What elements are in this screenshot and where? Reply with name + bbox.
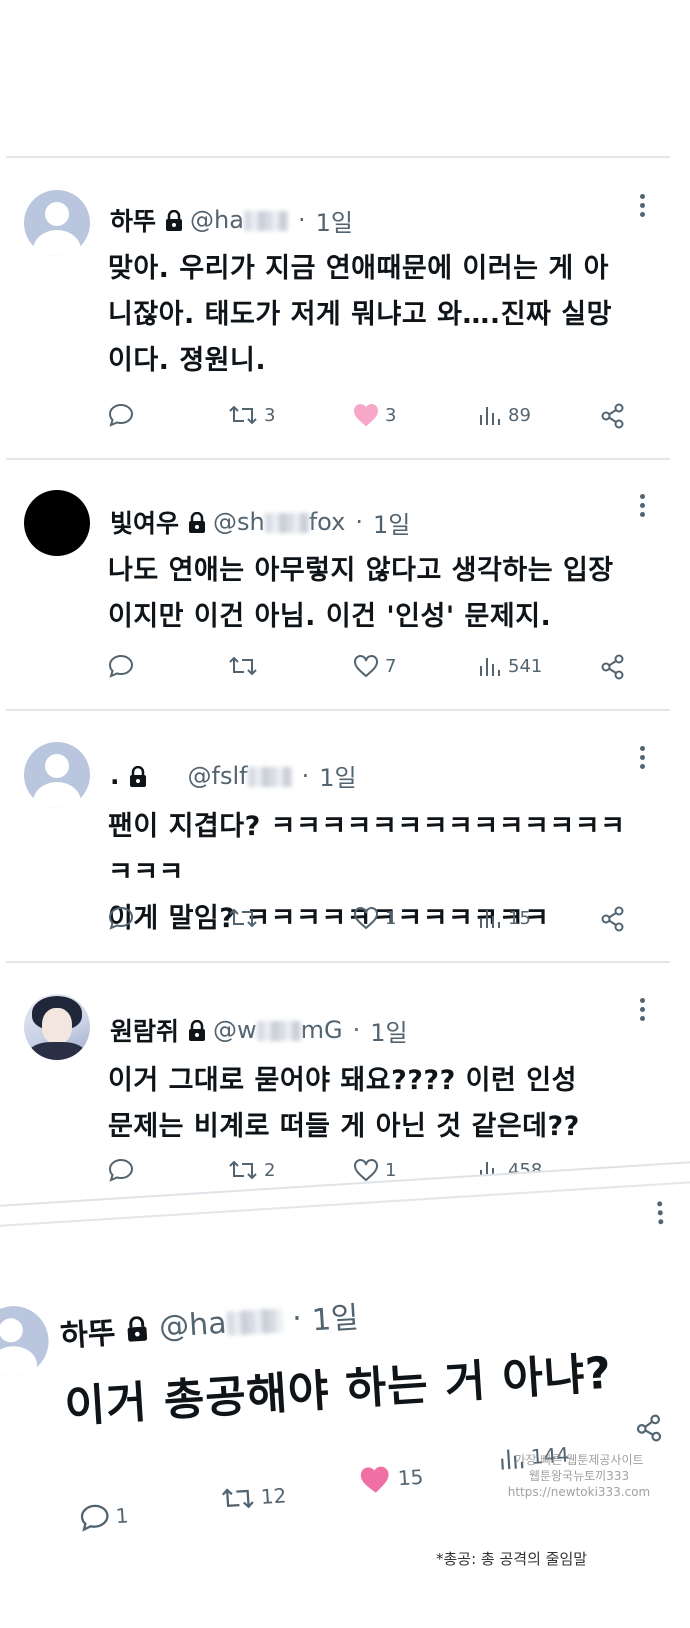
share-icon — [601, 654, 624, 680]
handle-blur — [264, 513, 309, 533]
retweet-button[interactable]: 3 — [228, 403, 275, 427]
display-name[interactable]: 원람쥐 — [110, 1012, 179, 1048]
views-icon — [480, 658, 500, 676]
display-name[interactable]: 하뚜 — [59, 1308, 117, 1355]
avatar[interactable] — [24, 190, 90, 256]
handle[interactable]: @fslf — [188, 762, 292, 790]
retweet-icon — [229, 656, 257, 676]
heart-icon — [354, 655, 378, 678]
more-options-icon[interactable] — [657, 1201, 665, 1227]
handle-blur — [243, 211, 288, 231]
retweet-icon — [229, 908, 257, 928]
display-name[interactable]: . — [110, 761, 120, 790]
tweet-divider — [6, 709, 670, 711]
reply-button[interactable]: 1 — [79, 1501, 129, 1532]
views-button[interactable]: 541 — [478, 654, 542, 678]
handle[interactable]: @ha — [190, 206, 288, 234]
reply-button[interactable] — [108, 403, 140, 427]
like-button[interactable]: 3 — [353, 403, 396, 427]
tweet-divider — [6, 156, 670, 158]
handle-blur — [225, 1308, 284, 1336]
share-button[interactable] — [600, 403, 626, 429]
heart-icon — [354, 907, 378, 930]
reply-icon — [108, 403, 134, 427]
views-button[interactable]: 15 — [478, 906, 531, 930]
like-button[interactable]: 7 — [353, 654, 396, 678]
like-button[interactable]: 15 — [359, 1463, 424, 1495]
retweet-icon — [222, 1488, 254, 1509]
timestamp[interactable]: 1일 — [370, 1013, 407, 1048]
share-icon — [636, 1414, 662, 1442]
timestamp[interactable]: 1일 — [319, 758, 356, 793]
display-name[interactable]: 빛여우 — [110, 504, 179, 540]
handle-blur — [256, 1021, 301, 1041]
display-name[interactable]: 하뚜 — [110, 202, 156, 238]
like-button[interactable]: 1 — [353, 1158, 396, 1182]
retweet-button[interactable]: 2 — [228, 1158, 275, 1182]
timestamp[interactable]: 1일 — [373, 505, 410, 540]
share-button[interactable] — [634, 1414, 664, 1444]
tweet-divider — [6, 458, 670, 460]
reply-icon — [108, 1158, 134, 1182]
share-icon — [601, 906, 624, 932]
watermark: 가장 빠른 웹툰제공사이트 웹툰왕국뉴토끼333 https://newtoki33… — [507, 1453, 651, 1499]
more-options-icon[interactable] — [640, 998, 646, 1024]
tweet-text: 나도 연애는 아무렇지 않다고 생각하는 입장 이지만 이건 아님. 이건 '인성… — [108, 555, 614, 632]
heart-icon — [354, 1159, 378, 1182]
more-options-icon[interactable] — [640, 494, 646, 520]
reply-icon — [80, 1504, 109, 1532]
handle-blur — [247, 766, 292, 787]
retweet-button[interactable] — [228, 906, 264, 930]
views-icon — [480, 910, 500, 928]
handle[interactable]: @w mG — [213, 1016, 343, 1044]
tweet-divider — [6, 961, 670, 963]
handle[interactable]: @ha — [158, 1302, 284, 1344]
avatar[interactable] — [24, 742, 90, 808]
timestamp[interactable]: 1일 — [316, 203, 353, 238]
lock-icon — [129, 765, 146, 787]
heart-icon — [354, 404, 378, 427]
tweet-text: 이거 그대로 묻어야 돼요???? 이런 인성 문제는 비계로 떠들 게 아닌 것… — [108, 1065, 580, 1142]
retweet-icon — [229, 1160, 257, 1180]
reply-icon — [108, 906, 134, 930]
share-icon — [601, 403, 624, 429]
timestamp[interactable]: 1일 — [310, 1292, 360, 1339]
tweet-text: 맞아. 우리가 지금 연애때문에 이러는 게 아 니잖아. 태도가 저게 뭐냐고 … — [108, 253, 612, 376]
lock-icon — [166, 210, 183, 231]
reply-button[interactable] — [108, 906, 140, 930]
share-button[interactable] — [600, 654, 626, 680]
lock-icon — [127, 1316, 148, 1342]
lock-icon — [189, 512, 206, 533]
like-button[interactable]: 1 — [353, 906, 396, 930]
handle[interactable]: @sh fox — [213, 508, 345, 536]
footnote: *총공: 총 공격의 줄임말 — [436, 1550, 588, 1568]
retweet-icon — [229, 405, 257, 425]
retweet-button[interactable] — [228, 654, 264, 678]
views-button[interactable]: 89 — [478, 403, 531, 427]
more-options-icon[interactable] — [640, 194, 646, 220]
avatar[interactable] — [24, 994, 90, 1060]
lock-icon — [189, 1020, 206, 1041]
views-icon — [480, 407, 500, 425]
tweet-text: 이거 총공해야 하는 거 아냐? — [63, 1347, 614, 1434]
more-options-icon[interactable] — [640, 746, 646, 772]
reply-button[interactable] — [108, 654, 140, 678]
reply-button[interactable] — [108, 1158, 140, 1182]
avatar[interactable] — [24, 490, 90, 556]
share-button[interactable] — [600, 906, 626, 932]
retweet-button[interactable]: 12 — [220, 1481, 287, 1513]
avatar[interactable] — [0, 1304, 51, 1379]
reply-icon — [108, 654, 134, 678]
heart-icon — [360, 1466, 389, 1493]
